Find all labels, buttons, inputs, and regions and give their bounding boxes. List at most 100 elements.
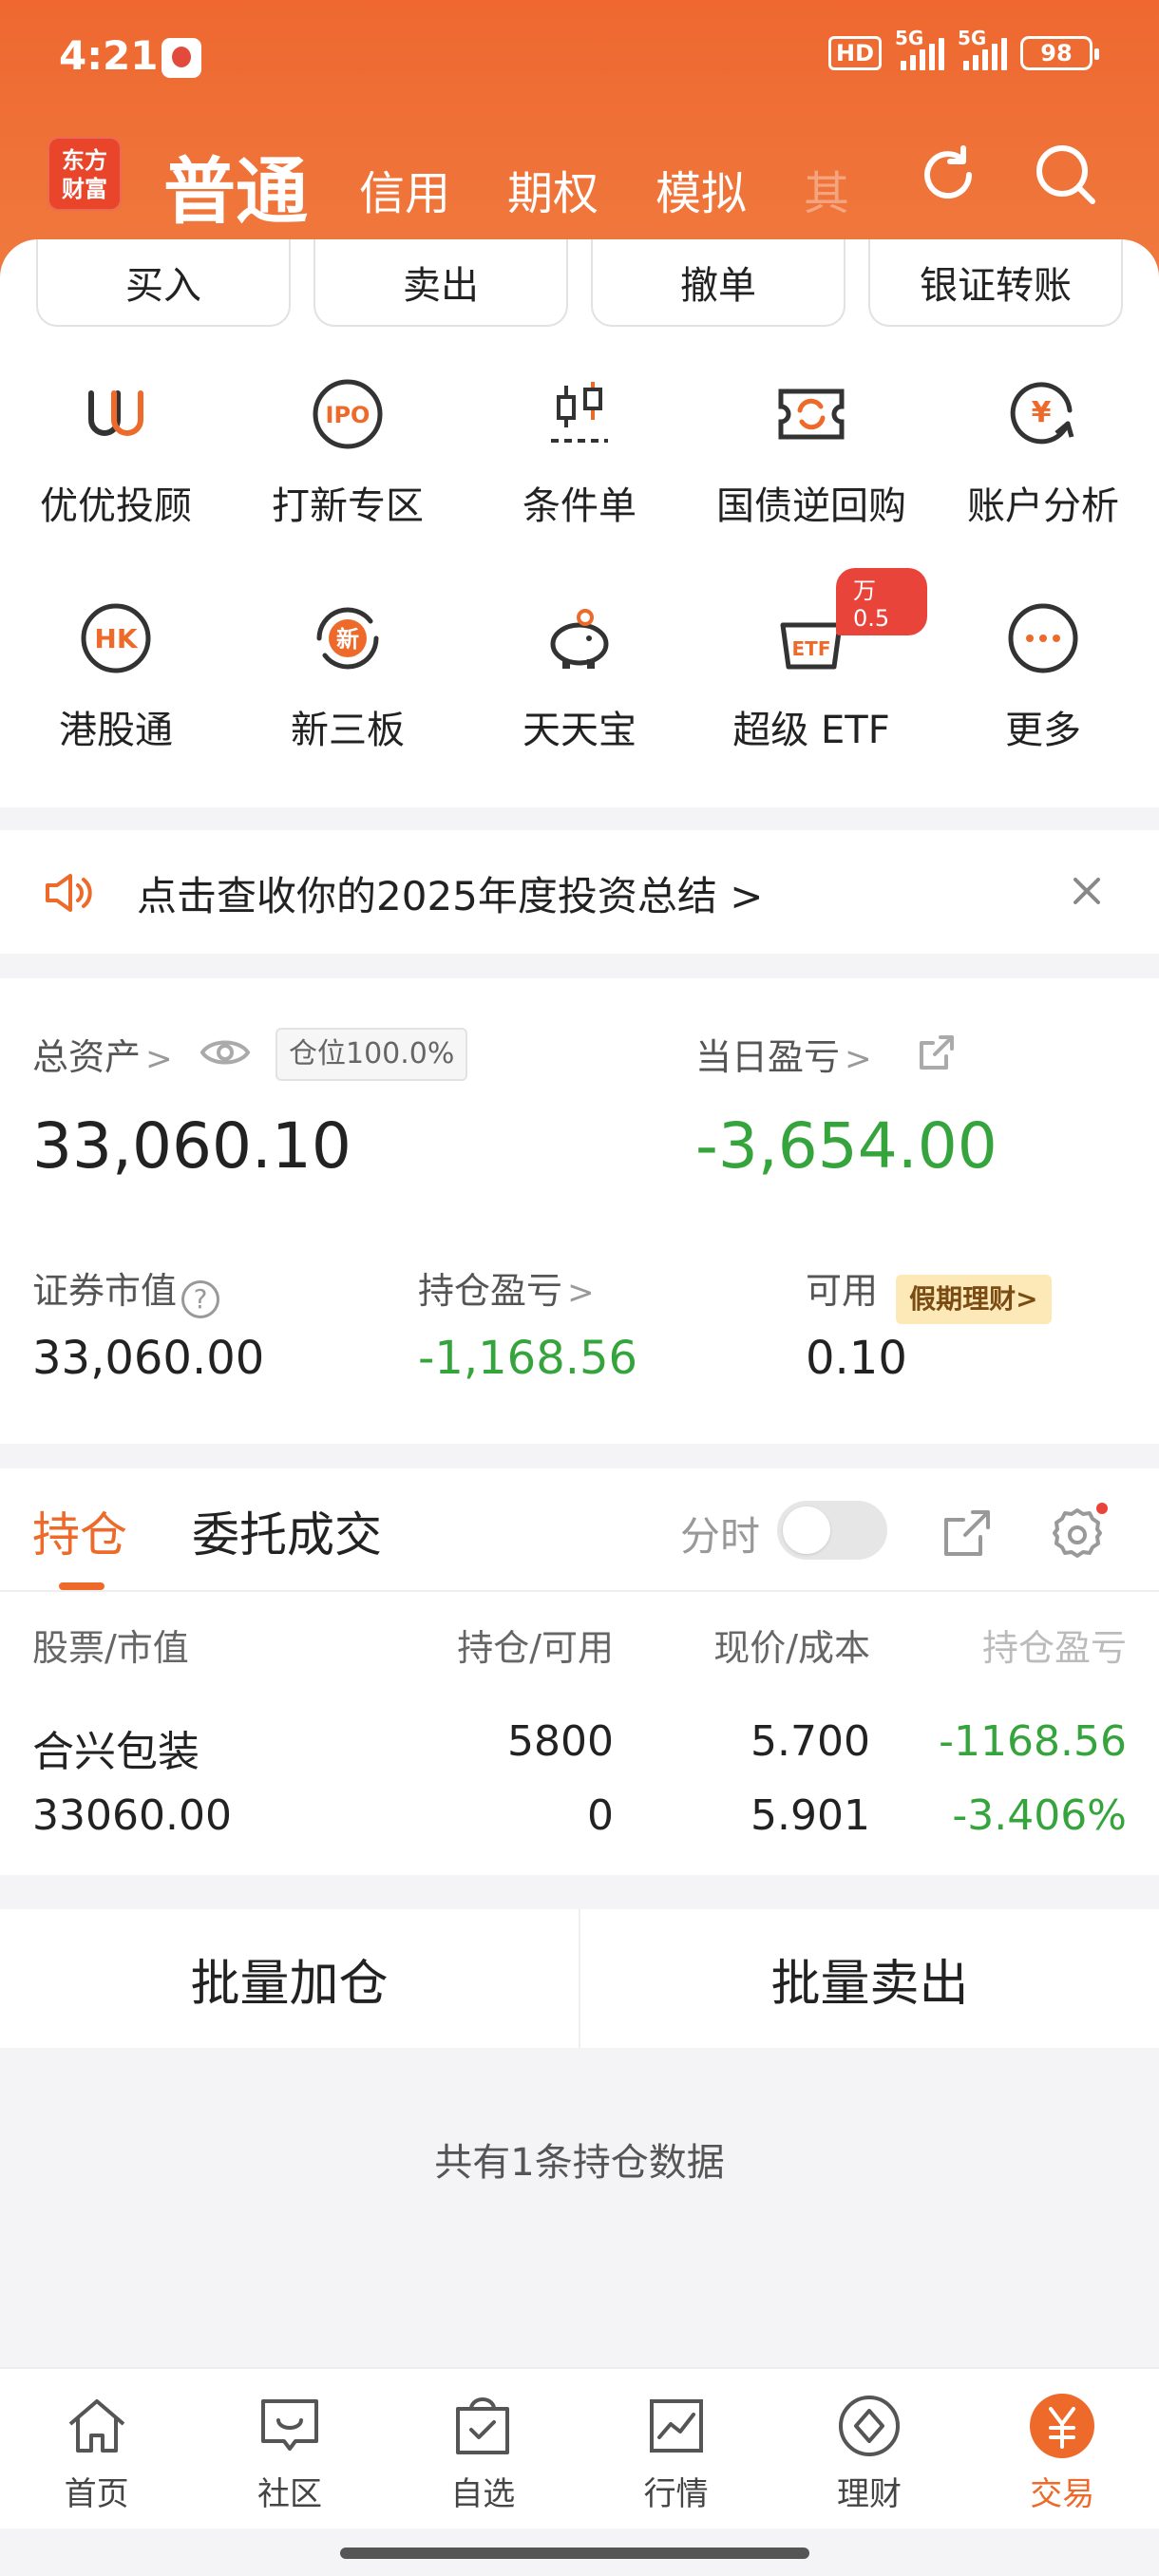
total-assets-label: 总资产 [32, 1036, 142, 1078]
nav-label: 交易 [1030, 2475, 1095, 2513]
line-chart-icon [649, 2399, 703, 2453]
tab-credit[interactable]: 信用 [359, 156, 450, 222]
account-analysis-icon: ¥ [999, 370, 1087, 458]
home-icon [68, 2399, 124, 2453]
position-ratio-badge: 仓位100.0% [276, 1028, 468, 1081]
ipo-icon: IPO [304, 370, 391, 458]
tab-options[interactable]: 期权 [507, 156, 598, 222]
hk-icon: HK [72, 595, 160, 682]
batch-actions: 批量加仓 批量卖出 [0, 1909, 1159, 2048]
col-header-stock: 股票/市值 [32, 1627, 189, 1669]
nav-watchlist[interactable]: 自选 [387, 2369, 580, 2529]
share-external-icon[interactable] [918, 1033, 956, 1071]
grid-item-ipo[interactable]: IPO 打新专区 [232, 361, 464, 585]
grid-label: 国债逆回购 [716, 484, 906, 528]
positions-panel: 持仓 委托成交 分时 股票/市值 持仓/可用 现价/成本 持仓盈亏 合兴包装 3… [0, 1468, 1159, 1875]
status-bar: 4:21 HD 5G 5G 98 [0, 0, 1159, 114]
brand-logo[interactable]: 东方 财富 [48, 137, 122, 211]
bank-transfer-button[interactable]: 银证转账 [868, 239, 1123, 327]
shopping-bag-check-icon [456, 2397, 510, 2454]
fee-badge: 万0.5 [836, 568, 927, 635]
chevron-right-icon: > [145, 1040, 173, 1078]
market-value-label: 证券市值 [32, 1270, 178, 1312]
nav-community[interactable]: 社区 [193, 2369, 386, 2529]
available-label: 可用 [806, 1270, 879, 1312]
cancel-order-button[interactable]: 撤单 [591, 239, 846, 327]
eye-icon[interactable] [200, 1033, 251, 1071]
svg-text:HK: HK [94, 623, 138, 654]
quick-actions: 买入 卖出 撤单 银证转账 [36, 239, 1123, 327]
holding-pl-value: -1,168.56 [418, 1332, 638, 1385]
grid-item-super-etf[interactable]: 万0.5 ETF 超级 ETF [695, 568, 927, 809]
intraday-label: 分时 [680, 1513, 761, 1560]
holiday-finance-tag[interactable]: 假期理财> [896, 1274, 1052, 1324]
nav-label: 首页 [64, 2475, 129, 2513]
grid-item-reverse-repo[interactable]: 国债逆回购 [695, 361, 927, 585]
svg-text:新: 新 [336, 626, 359, 653]
sell-button[interactable]: 卖出 [314, 239, 568, 327]
available-label-group: 可用 假期理财> [806, 1261, 1052, 1324]
bottom-navigation: 首页 社区 自选 行情 理财 交易 [0, 2367, 1159, 2529]
brand-logo-line1: 东方 [62, 147, 107, 174]
total-assets-value: 33,060.10 [32, 1109, 352, 1183]
settings-gear-icon[interactable] [1047, 1503, 1108, 1563]
grid-item-youyou-advisor[interactable]: 优优投顾 [0, 361, 232, 585]
search-icon[interactable] [1028, 137, 1104, 213]
tab-simulated[interactable]: 模拟 [656, 156, 747, 222]
grid-label: 超级 ETF [732, 709, 890, 752]
grid-item-tiantianbao[interactable]: 天天宝 [464, 585, 695, 809]
diamond-icon [838, 2396, 900, 2456]
banner-text[interactable]: 点击查收你的2025年度投资总结 > [137, 864, 763, 922]
grid-item-conditional-order[interactable]: 条件单 [464, 361, 695, 585]
market-value: 33,060.00 [32, 1332, 265, 1385]
holding-qty: 5800 [507, 1717, 614, 1766]
tab-holdings[interactable]: 持仓 [32, 1497, 127, 1565]
grid-item-neeq[interactable]: 新 新三板 [232, 585, 464, 809]
announcement-banner[interactable]: 点击查收你的2025年度投资总结 > [0, 830, 1159, 954]
chat-bubble-icon [260, 2399, 318, 2451]
batch-add-button[interactable]: 批量加仓 [0, 1909, 579, 2048]
nav-label: 理财 [836, 2475, 902, 2513]
holding-pl-link[interactable]: 持仓盈亏 > [418, 1261, 595, 1314]
daily-pl-link[interactable]: 当日盈亏 > [695, 1028, 872, 1080]
trade-tools-panel: 买入 卖出 撤单 银证转账 优优投顾 IPO 打新专区 条件单 国债逆回购 ¥ … [0, 239, 1159, 807]
intraday-toggle[interactable] [777, 1501, 887, 1560]
tab-other[interactable]: 其 [804, 156, 849, 222]
buy-button[interactable]: 买入 [36, 239, 291, 327]
tab-normal[interactable]: 普通 [163, 133, 308, 237]
nav-label: 社区 [256, 2475, 322, 2513]
tab-orders[interactable]: 委托成交 [192, 1497, 382, 1565]
help-icon[interactable]: ? [181, 1279, 220, 1318]
grid-label: 账户分析 [967, 484, 1119, 528]
nav-market[interactable]: 行情 [580, 2369, 772, 2529]
daily-pl-value: -3,654.00 [695, 1109, 998, 1183]
nav-trade[interactable]: 交易 [966, 2369, 1159, 2529]
current-price: 5.700 [750, 1717, 870, 1766]
battery-icon: 98 [1020, 36, 1099, 70]
batch-sell-button[interactable]: 批量卖出 [580, 1909, 1159, 2048]
refresh-icon[interactable] [910, 137, 986, 213]
divider [0, 1590, 1159, 1592]
grid-label: 天天宝 [522, 709, 636, 752]
grid-label: 打新专区 [272, 484, 424, 528]
nav-home[interactable]: 首页 [0, 2369, 193, 2529]
signal-2-icon: 5G [958, 27, 1007, 70]
home-indicator[interactable] [340, 2548, 809, 2559]
new-third-board-icon: 新 [304, 595, 391, 682]
more-icon [999, 595, 1087, 682]
close-icon[interactable] [1068, 872, 1106, 910]
feature-grid: 优优投顾 IPO 打新专区 条件单 国债逆回购 ¥ 账户分析 HK 港股通 新 … [0, 361, 1159, 809]
grid-item-hk-connect[interactable]: HK 港股通 [0, 585, 232, 809]
chevron-right-icon: > [567, 1274, 595, 1312]
share-external-icon[interactable] [940, 1506, 994, 1560]
speaker-icon [46, 874, 92, 912]
grid-label: 港股通 [59, 709, 173, 752]
grid-label: 新三板 [291, 709, 405, 752]
grid-item-more[interactable]: 更多 [927, 585, 1159, 809]
brand-logo-line2: 财富 [62, 176, 107, 202]
grid-label: 优优投顾 [40, 484, 192, 528]
svg-text:¥: ¥ [1032, 396, 1052, 429]
total-assets-link[interactable]: 总资产 > [32, 1028, 173, 1080]
nav-wealth[interactable]: 理财 [772, 2369, 965, 2529]
grid-item-account-analysis[interactable]: ¥ 账户分析 [927, 361, 1159, 585]
